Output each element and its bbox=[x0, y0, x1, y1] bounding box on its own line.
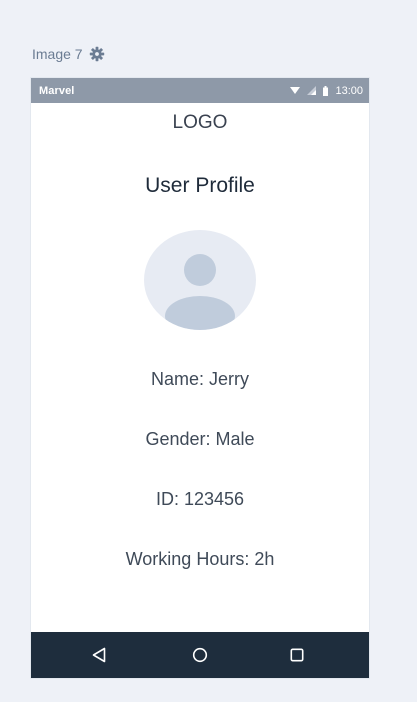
app-logo: LOGO bbox=[172, 112, 228, 133]
gear-icon[interactable] bbox=[89, 46, 105, 62]
page-title: User Profile bbox=[145, 174, 255, 197]
image-label: Image 7 bbox=[32, 46, 83, 62]
status-carrier: Marvel bbox=[39, 84, 75, 97]
profile-name: Name: Jerry bbox=[150, 369, 249, 389]
recent-square-icon bbox=[290, 648, 304, 662]
home-circle-icon bbox=[192, 647, 208, 663]
user-avatar-icon bbox=[144, 230, 256, 330]
battery-icon bbox=[323, 85, 329, 96]
navigation-bar bbox=[31, 632, 369, 678]
status-time: 13:00 bbox=[335, 84, 363, 97]
page: Image 7 Marvel 13:00 LOGO User Profile N… bbox=[0, 0, 417, 702]
home-button[interactable] bbox=[180, 632, 220, 678]
phone-screen: Marvel 13:00 LOGO User Profile Name: Jer… bbox=[31, 78, 369, 678]
status-bar: Marvel 13:00 bbox=[31, 78, 369, 103]
recent-apps-button[interactable] bbox=[277, 632, 317, 678]
image-header: Image 7 bbox=[32, 44, 105, 64]
profile-working-hours: Working Hours: 2h bbox=[125, 549, 275, 569]
profile-id: ID: 123456 bbox=[155, 489, 245, 509]
status-icons: 13:00 bbox=[290, 85, 363, 97]
back-button[interactable] bbox=[79, 632, 119, 678]
wifi-icon bbox=[290, 86, 301, 95]
back-triangle-icon bbox=[92, 647, 106, 663]
signal-icon bbox=[307, 86, 317, 95]
profile-gender: Gender: Male bbox=[145, 429, 255, 449]
